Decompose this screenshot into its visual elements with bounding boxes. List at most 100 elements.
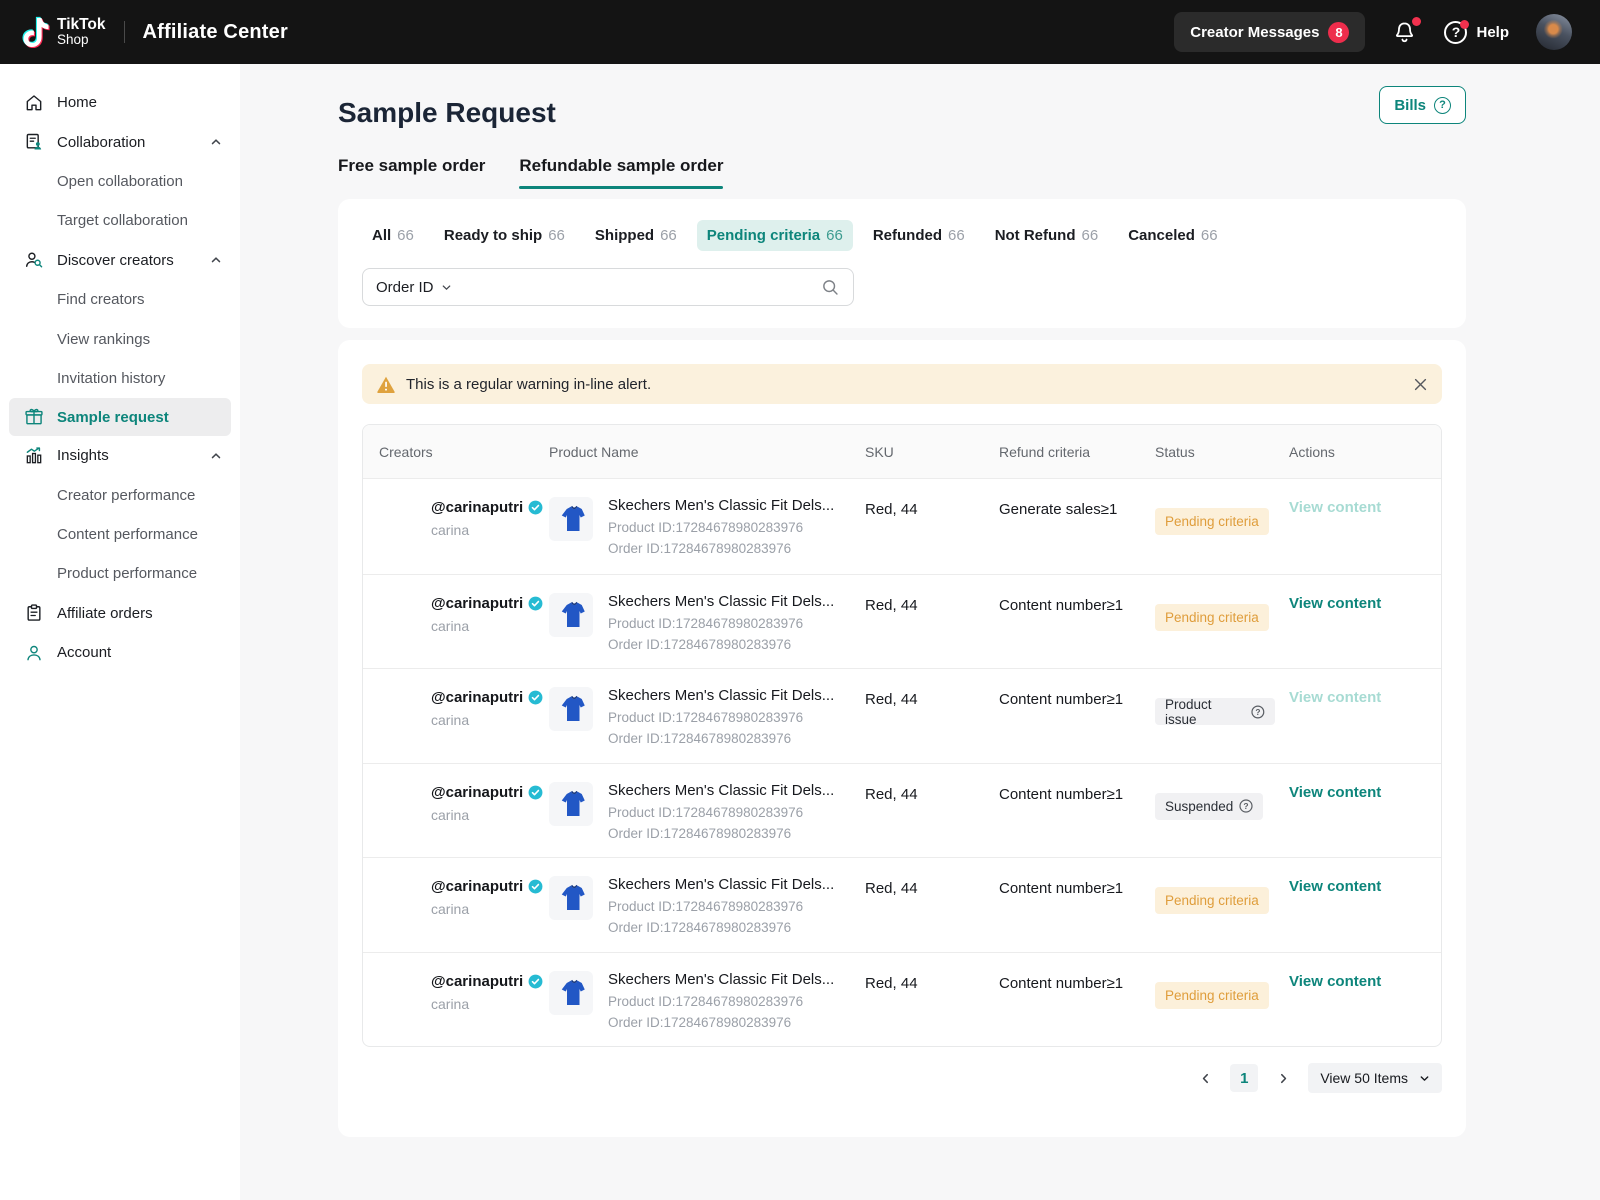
blue-shirt-image: [555, 693, 587, 725]
alert-close-icon[interactable]: [1414, 378, 1427, 391]
sidebar-item-insights[interactable]: Insights: [0, 436, 240, 475]
filter-pending-criteria[interactable]: Pending criteria66: [697, 220, 853, 251]
help-button[interactable]: ? Help: [1444, 21, 1509, 44]
table-row: @carinaputri carina Skechers Men's Class…: [363, 952, 1441, 1047]
sidebar-item-view-rankings[interactable]: View rankings: [0, 319, 240, 358]
sidebar-item-creator-performance[interactable]: Creator performance: [0, 476, 240, 515]
creator-handle[interactable]: @carinaputri: [431, 689, 523, 706]
sidebar-item-affiliate-orders[interactable]: Affiliate orders: [0, 594, 240, 633]
sku-value: Red, 44: [851, 858, 969, 952]
filter-canceled[interactable]: Canceled66: [1118, 220, 1227, 251]
order-id: Order ID:17284678980283976: [608, 541, 834, 556]
creator-subname: carina: [431, 996, 543, 1012]
chevron-down-icon: [1419, 1073, 1430, 1084]
view-content-link[interactable]: View content: [1289, 878, 1381, 895]
warning-alert: This is a regular warning in-line alert.: [362, 364, 1442, 404]
creator-handle[interactable]: @carinaputri: [431, 784, 523, 801]
pagination: 1 View 50 Items: [362, 1063, 1442, 1093]
filter-all[interactable]: All66: [362, 220, 424, 251]
filter-refunded[interactable]: Refunded66: [863, 220, 975, 251]
creator-avatar[interactable]: [379, 784, 419, 824]
search-field-selector[interactable]: Order ID: [376, 279, 452, 296]
product-id: Product ID:17284678980283976: [608, 710, 834, 725]
sidebar-nav: Home Collaboration Open collaboration Ta…: [0, 64, 240, 1200]
status-help-icon[interactable]: ?: [1239, 799, 1253, 813]
user-avatar[interactable]: [1536, 14, 1572, 50]
tab-refundable-sample-order[interactable]: Refundable sample order: [519, 156, 723, 189]
view-content-link[interactable]: View content: [1289, 595, 1381, 612]
next-page-icon[interactable]: [1271, 1066, 1295, 1090]
product-image: [549, 971, 593, 1015]
sidebar-item-content-performance[interactable]: Content performance: [0, 515, 240, 554]
filter-shipped[interactable]: Shipped66: [585, 220, 687, 251]
status-filters: All66 Ready to ship66 Shipped66 Pending …: [362, 220, 1442, 251]
notification-dot: [1412, 17, 1421, 26]
notification-bell-icon[interactable]: [1392, 20, 1417, 45]
creator-handle[interactable]: @carinaputri: [431, 878, 523, 895]
prev-page-icon[interactable]: [1193, 1066, 1217, 1090]
status-badge: Pending criteria ?: [1155, 604, 1269, 631]
table-header: Creators Product Name SKU Refund criteri…: [363, 425, 1441, 479]
sku-value: Red, 44: [851, 575, 969, 669]
creator-avatar[interactable]: [379, 595, 419, 635]
table-row: @carinaputri carina Skechers Men's Class…: [363, 763, 1441, 858]
sidebar-item-invitation-history[interactable]: Invitation history: [0, 359, 240, 398]
sidebar-item-target-collaboration[interactable]: Target collaboration: [0, 201, 240, 240]
refund-criteria: Content number≥1: [969, 575, 1141, 669]
search-input[interactable]: Order ID: [362, 268, 854, 306]
page-size-select[interactable]: View 50 Items: [1308, 1063, 1442, 1093]
sidebar-item-discover-creators[interactable]: Discover creators: [0, 241, 240, 280]
creator-avatar[interactable]: [379, 973, 419, 1013]
filter-not-refund[interactable]: Not Refund66: [985, 220, 1109, 251]
chevron-up-icon: [210, 254, 222, 266]
col-header-status: Status: [1141, 444, 1275, 460]
product-id: Product ID:17284678980283976: [608, 616, 834, 631]
order-id: Order ID:17284678980283976: [608, 637, 834, 652]
filter-card: All66 Ready to ship66 Shipped66 Pending …: [338, 199, 1466, 328]
creator-messages-button[interactable]: Creator Messages 8: [1174, 12, 1365, 52]
view-content-link[interactable]: View content: [1289, 499, 1381, 516]
tiktok-shop-logo[interactable]: TikTok Shop: [22, 16, 106, 48]
bills-button[interactable]: Bills ?: [1379, 86, 1466, 124]
creator-avatar[interactable]: [379, 878, 419, 918]
table-body: @carinaputri carina Skechers Men's Class…: [363, 479, 1441, 1046]
creator-handle[interactable]: @carinaputri: [431, 499, 523, 516]
refund-criteria: Content number≥1: [969, 858, 1141, 952]
clipboard-icon: [24, 603, 44, 623]
product-name: Skechers Men's Classic Fit Dels...: [608, 782, 834, 799]
product-name: Skechers Men's Classic Fit Dels...: [608, 876, 834, 893]
creator-handle[interactable]: @carinaputri: [431, 595, 523, 612]
sidebar-item-product-performance[interactable]: Product performance: [0, 554, 240, 593]
sidebar-item-account[interactable]: Account: [0, 633, 240, 672]
creator-avatar[interactable]: [379, 689, 419, 729]
status-help-icon[interactable]: ?: [1251, 705, 1265, 719]
insights-chart-icon: [24, 446, 44, 466]
product-id: Product ID:17284678980283976: [608, 899, 834, 914]
sidebar-item-find-creators[interactable]: Find creators: [0, 280, 240, 319]
col-header-creators: Creators: [363, 444, 535, 460]
status-badge: Pending criteria ?: [1155, 887, 1269, 914]
order-id: Order ID:17284678980283976: [608, 826, 834, 841]
blue-shirt-image: [555, 882, 587, 914]
view-content-link[interactable]: View content: [1289, 784, 1381, 801]
creator-avatar[interactable]: [379, 499, 419, 539]
search-icon[interactable]: [821, 278, 840, 297]
help-icon: ?: [1444, 21, 1467, 44]
product-name: Skechers Men's Classic Fit Dels...: [608, 971, 834, 988]
alert-text: This is a regular warning in-line alert.: [406, 376, 651, 393]
view-content-link[interactable]: View content: [1289, 689, 1381, 706]
status-badge: Pending criteria ?: [1155, 508, 1269, 535]
top-header: TikTok Shop Affiliate Center Creator Mes…: [0, 0, 1600, 64]
view-content-link[interactable]: View content: [1289, 973, 1381, 990]
sidebar-item-sample-request[interactable]: Sample request: [9, 398, 231, 436]
sidebar-item-open-collaboration[interactable]: Open collaboration: [0, 162, 240, 201]
filter-ready-to-ship[interactable]: Ready to ship66: [434, 220, 575, 251]
status-label: Pending criteria: [1165, 514, 1259, 529]
col-header-sku: SKU: [851, 444, 969, 460]
page-number[interactable]: 1: [1230, 1064, 1258, 1092]
tab-free-sample-order[interactable]: Free sample order: [338, 156, 485, 189]
col-header-actions: Actions: [1275, 444, 1441, 460]
sidebar-item-home[interactable]: Home: [0, 83, 240, 122]
creator-handle[interactable]: @carinaputri: [431, 973, 523, 990]
sidebar-item-collaboration[interactable]: Collaboration: [0, 122, 240, 161]
